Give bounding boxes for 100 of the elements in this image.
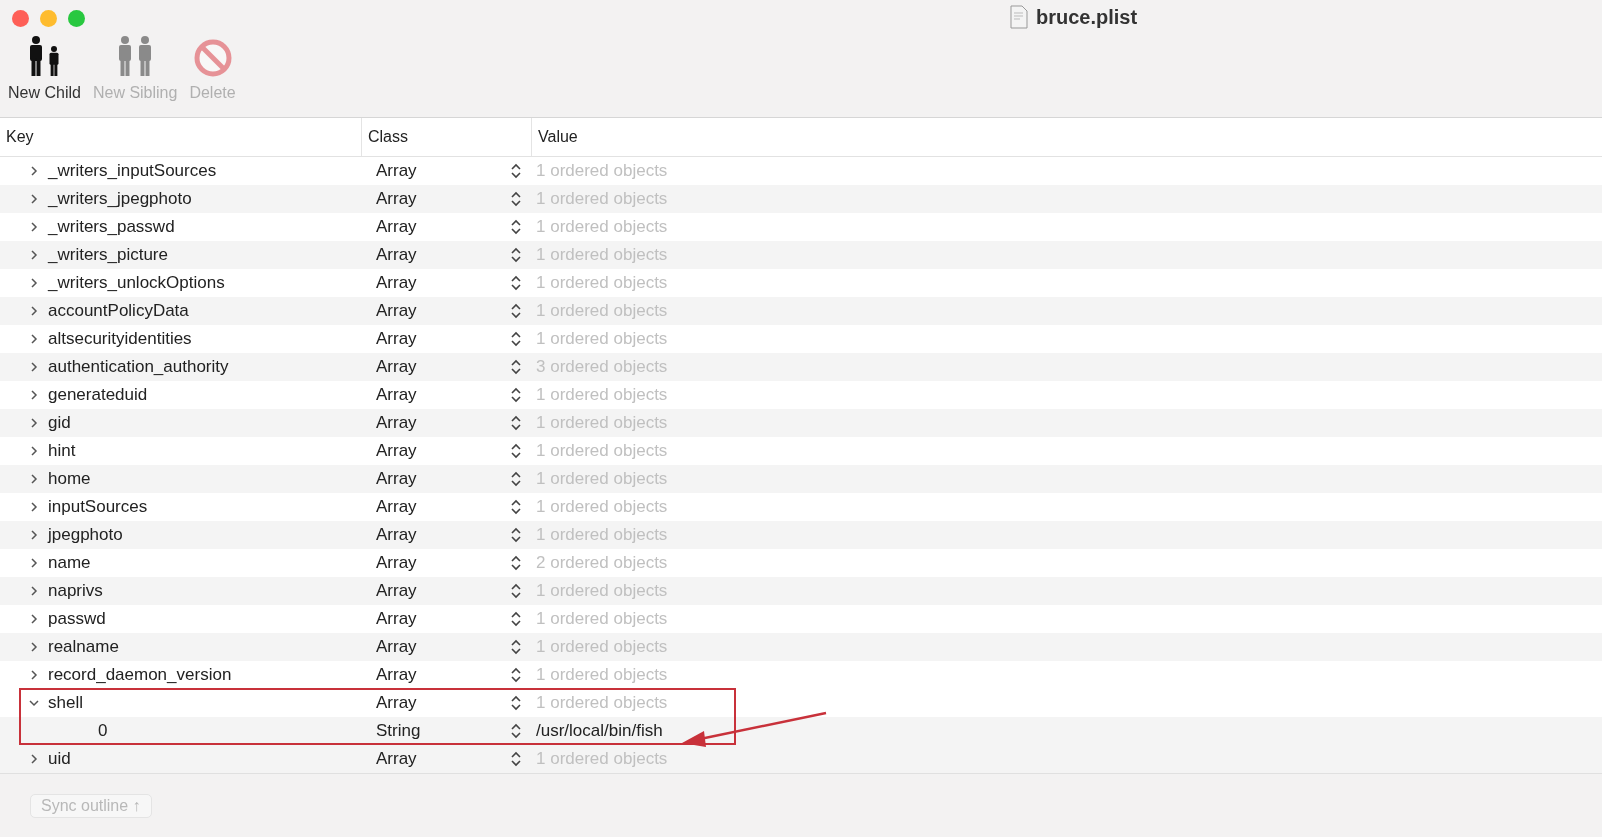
- key-cell: jpegphoto: [48, 525, 123, 545]
- chevron-right-icon[interactable]: [28, 669, 40, 681]
- stepper-icon[interactable]: [510, 722, 522, 740]
- key-cell: record_daemon_version: [48, 665, 232, 685]
- stepper-icon[interactable]: [510, 302, 522, 320]
- class-cell-text: Array: [375, 161, 418, 181]
- key-cell: altsecurityidentities: [48, 329, 192, 349]
- key-cell: hint: [48, 441, 76, 461]
- chevron-right-icon[interactable]: [28, 585, 40, 597]
- value-cell-text: 1 ordered objects: [535, 609, 669, 629]
- stepper-icon[interactable]: [510, 638, 522, 656]
- chevron-right-icon[interactable]: [28, 641, 40, 653]
- chevron-right-icon[interactable]: [28, 501, 40, 513]
- value-cell-text: 2 ordered objects: [535, 553, 669, 573]
- key-cell: gid: [48, 413, 71, 433]
- stepper-icon[interactable]: [510, 694, 522, 712]
- value-cell-text: 1 ordered objects: [535, 161, 669, 181]
- chevron-right-icon[interactable]: [28, 753, 40, 765]
- stepper-icon[interactable]: [510, 610, 522, 628]
- stepper-icon[interactable]: [510, 498, 522, 516]
- class-cell-text: Array: [375, 581, 418, 601]
- close-button[interactable]: [12, 9, 29, 27]
- column-header[interactable]: Value: [532, 118, 1602, 156]
- key-cell: uid: [48, 749, 71, 769]
- stepper-icon[interactable]: [510, 470, 522, 488]
- value-cell-text: 1 ordered objects: [535, 329, 669, 349]
- key-cell: home: [48, 469, 91, 489]
- stepper-icon[interactable]: [510, 162, 522, 180]
- chevron-right-icon[interactable]: [28, 249, 40, 261]
- stepper-icon[interactable]: [510, 666, 522, 684]
- class-cell-text: Array: [375, 189, 418, 209]
- chevron-right-icon[interactable]: [28, 613, 40, 625]
- value-cell-text: 1 ordered objects: [535, 273, 669, 293]
- chevron-right-icon[interactable]: [28, 277, 40, 289]
- chevron-right-icon[interactable]: [28, 221, 40, 233]
- stepper-icon[interactable]: [510, 274, 522, 292]
- key-cell: generateduid: [48, 385, 148, 405]
- key-cell: _writers_jpegphoto: [48, 189, 192, 209]
- stepper-icon[interactable]: [510, 750, 522, 768]
- value-cell-text: 1 ordered objects: [535, 385, 669, 405]
- stepper-icon[interactable]: [510, 358, 522, 376]
- chevron-right-icon[interactable]: [28, 165, 40, 177]
- class-cell-text: Array: [375, 217, 418, 237]
- stepper-icon[interactable]: [510, 442, 522, 460]
- class-cell-text: Array: [375, 469, 418, 489]
- class-cell-text: Array: [375, 665, 418, 685]
- class-cell-text: Array: [375, 413, 418, 433]
- stepper-icon[interactable]: [510, 386, 522, 404]
- stepper-icon[interactable]: [510, 330, 522, 348]
- chevron-right-icon[interactable]: [28, 417, 40, 429]
- value-cell-text: 1 ordered objects: [535, 693, 669, 713]
- key-cell: accountPolicyData: [48, 301, 189, 321]
- key-cell: _writers_passwd: [48, 217, 175, 237]
- class-cell-text: Array: [375, 273, 418, 293]
- value-cell-text: 1 ordered objects: [535, 441, 669, 461]
- class-cell-text: Array: [375, 749, 418, 769]
- key-cell: naprivs: [48, 581, 103, 601]
- class-cell-text: Array: [375, 609, 418, 629]
- stepper-icon[interactable]: [510, 190, 522, 208]
- column-header[interactable]: Class: [362, 118, 532, 156]
- stepper-icon[interactable]: [510, 218, 522, 236]
- chevron-right-icon[interactable]: [28, 529, 40, 541]
- stepper-icon[interactable]: [510, 554, 522, 572]
- chevron-right-icon[interactable]: [28, 557, 40, 569]
- column-header[interactable]: Key: [0, 118, 362, 156]
- class-cell-text: Array: [375, 245, 418, 265]
- class-cell-text: Array: [375, 497, 418, 517]
- key-cell: inputSources: [48, 497, 148, 517]
- chevron-down-icon[interactable]: [28, 697, 40, 709]
- key-cell: _writers_unlockOptions: [48, 273, 225, 293]
- stepper-icon[interactable]: [510, 246, 522, 264]
- key-cell: name: [48, 553, 91, 573]
- chevron-right-icon[interactable]: [28, 305, 40, 317]
- stepper-icon[interactable]: [510, 582, 522, 600]
- class-cell-text: Array: [375, 301, 418, 321]
- toolbar-button[interactable]: New Child: [8, 36, 81, 102]
- chevron-right-icon[interactable]: [28, 473, 40, 485]
- key-cell: authentication_authority: [48, 357, 229, 377]
- value-cell-text: 1 ordered objects: [535, 217, 669, 237]
- key-cell: _writers_inputSources: [48, 161, 217, 181]
- stepper-icon[interactable]: [510, 414, 522, 432]
- class-cell-text: Array: [375, 329, 418, 349]
- class-cell-text: Array: [375, 693, 418, 713]
- chevron-right-icon[interactable]: [28, 389, 40, 401]
- stepper-icon[interactable]: [510, 526, 522, 544]
- value-cell-text: /usr/local/bin/fish: [535, 721, 664, 741]
- window-title: bruce.plist: [1036, 5, 1138, 29]
- key-cell: passwd: [48, 609, 106, 629]
- class-cell-text: Array: [375, 525, 418, 545]
- chevron-right-icon[interactable]: [28, 193, 40, 205]
- class-cell-text: Array: [375, 441, 418, 461]
- class-cell-text: Array: [375, 637, 418, 657]
- value-cell-text: 1 ordered objects: [535, 665, 669, 685]
- chevron-right-icon[interactable]: [28, 361, 40, 373]
- chevron-right-icon[interactable]: [28, 333, 40, 345]
- chevron-right-icon[interactable]: [28, 445, 40, 457]
- document-icon: [1010, 5, 1028, 29]
- class-cell-text: Array: [375, 357, 418, 377]
- key-cell: realname: [48, 637, 119, 657]
- key-cell: 0: [98, 721, 108, 741]
